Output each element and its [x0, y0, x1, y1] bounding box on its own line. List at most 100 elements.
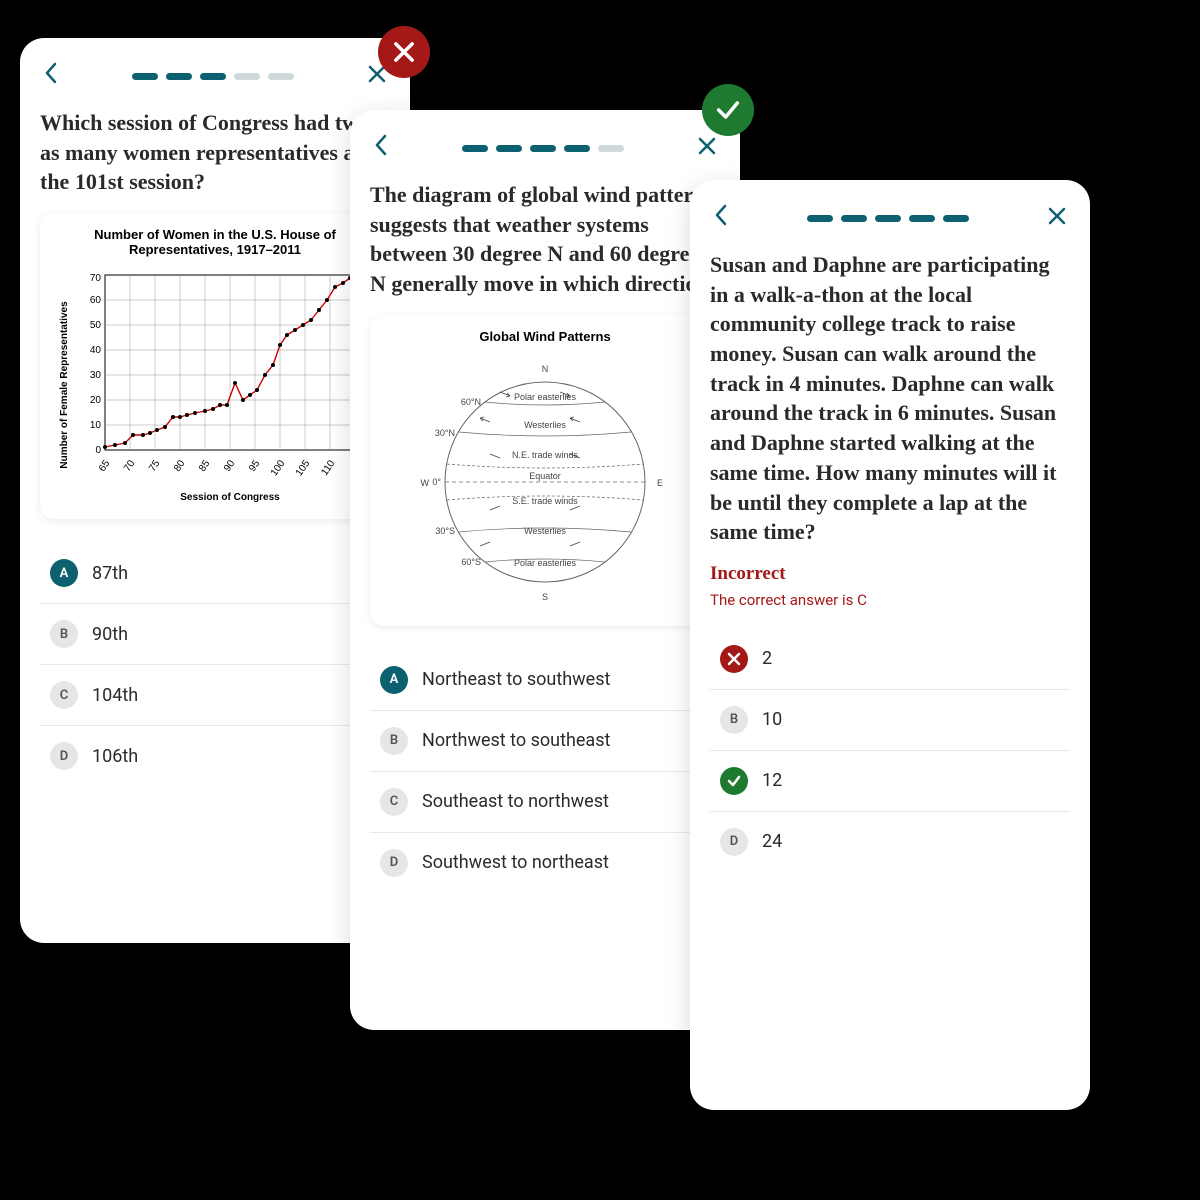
- wrong-icon: [720, 645, 748, 673]
- question-text: The diagram of global wind patterns sugg…: [370, 180, 720, 299]
- answer-letter: B: [720, 706, 748, 734]
- chevron-left-icon: [374, 134, 388, 156]
- answer-option-c[interactable]: 12: [710, 751, 1070, 812]
- svg-text:E: E: [657, 478, 663, 488]
- diagram-title: Global Wind Patterns: [384, 329, 706, 344]
- answer-option-b[interactable]: BNorthwest to southeast: [370, 711, 720, 772]
- progress-segment: [132, 73, 158, 80]
- progress-segment: [598, 145, 624, 152]
- svg-text:110: 110: [319, 458, 337, 478]
- progress-segment: [462, 145, 488, 152]
- progress-bar: [462, 145, 624, 152]
- close-button[interactable]: [698, 136, 716, 161]
- progress-segment: [564, 145, 590, 152]
- back-button[interactable]: [374, 134, 388, 162]
- svg-text:60°S: 60°S: [461, 557, 481, 567]
- progress-bar: [807, 215, 969, 222]
- svg-text:S.E. trade winds: S.E. trade winds: [512, 496, 578, 506]
- progress-segment: [807, 215, 833, 222]
- answer-letter: C: [380, 788, 408, 816]
- progress-segment: [268, 73, 294, 80]
- progress-bar: [132, 73, 294, 80]
- answer-option-d[interactable]: DSouthwest to northeast: [370, 833, 720, 893]
- svg-text:Westerlies: Westerlies: [524, 526, 566, 536]
- svg-text:40: 40: [90, 345, 102, 356]
- line-chart: Number of Female Representatives: [55, 265, 375, 505]
- svg-text:N: N: [542, 364, 549, 374]
- progress-segment: [875, 215, 901, 222]
- back-button[interactable]: [44, 62, 58, 90]
- answer-letter: D: [720, 828, 748, 856]
- svg-text:20: 20: [90, 395, 102, 406]
- answer-option-a[interactable]: A 87th: [40, 543, 390, 604]
- progress-segment: [943, 215, 969, 222]
- progress-segment: [841, 215, 867, 222]
- svg-text:80: 80: [172, 458, 188, 474]
- back-button[interactable]: [714, 204, 728, 232]
- answer-text: 24: [762, 831, 782, 852]
- progress-segment: [234, 73, 260, 80]
- svg-text:90: 90: [222, 458, 238, 474]
- svg-text:Equator: Equator: [529, 471, 561, 481]
- svg-text:95: 95: [247, 458, 263, 474]
- answer-option-d[interactable]: D 24: [710, 812, 1070, 872]
- svg-text:70: 70: [90, 273, 102, 284]
- feedback-label: Incorrect: [710, 563, 1070, 585]
- svg-text:N.E. trade winds: N.E. trade winds: [512, 450, 579, 460]
- close-icon: [1048, 207, 1066, 225]
- correct-icon: [720, 767, 748, 795]
- answer-text: 87th: [92, 563, 128, 584]
- chevron-left-icon: [714, 204, 728, 226]
- svg-text:100: 100: [269, 458, 288, 478]
- feedback-text: The correct answer is C: [710, 591, 1070, 609]
- progress-segment: [530, 145, 556, 152]
- y-axis-label: Number of Female Representatives: [59, 301, 70, 469]
- quiz-card-2: The diagram of global wind patterns sugg…: [350, 110, 740, 1030]
- answer-text: 10: [762, 709, 782, 730]
- diagram-card: Global Wind Patterns: [370, 315, 720, 626]
- svg-text:Westerlies: Westerlies: [524, 420, 566, 430]
- svg-text:W: W: [421, 478, 430, 488]
- progress-segment: [166, 73, 192, 80]
- progress-segment: [909, 215, 935, 222]
- svg-text:65: 65: [97, 458, 113, 474]
- answer-option-a[interactable]: 2: [710, 629, 1070, 690]
- check-icon: [726, 773, 742, 789]
- answer-text: Southeast to northwest: [422, 791, 609, 812]
- x-icon: [726, 651, 742, 667]
- svg-text:105: 105: [294, 458, 313, 478]
- question-text: Susan and Daphne are participating in a …: [710, 250, 1070, 547]
- answer-option-b[interactable]: B 10: [710, 690, 1070, 751]
- question-text: Which session of Congress had twice as m…: [40, 108, 390, 197]
- close-icon: [698, 137, 716, 155]
- svg-text:Polar easterlies: Polar easterlies: [514, 392, 577, 402]
- top-bar: [370, 134, 720, 162]
- answer-letter: D: [50, 742, 78, 770]
- answer-option-c[interactable]: C Southeast to northwest: [370, 772, 720, 833]
- svg-text:60: 60: [90, 295, 102, 306]
- answer-letter: A: [50, 559, 78, 587]
- answer-text: 104th: [92, 685, 138, 706]
- svg-text:70: 70: [122, 458, 138, 474]
- svg-text:75: 75: [147, 458, 163, 474]
- answer-option-b[interactable]: B90th: [40, 604, 390, 665]
- globe-diagram: Polar easterlies Westerlies N.E. trade w…: [395, 352, 695, 612]
- result-badge-correct: [702, 84, 754, 136]
- answer-letter: A: [380, 666, 408, 694]
- answer-list: 2 B 10 12 D 24: [710, 629, 1070, 872]
- svg-text:0: 0: [95, 445, 101, 456]
- answer-option-d[interactable]: D106th: [40, 726, 390, 786]
- chart-title: Number of Women in the U.S. House of Rep…: [54, 227, 376, 257]
- chevron-left-icon: [44, 62, 58, 84]
- progress-segment: [496, 145, 522, 152]
- svg-text:Polar easterlies: Polar easterlies: [514, 558, 577, 568]
- answer-option-c[interactable]: C 104th: [40, 665, 390, 726]
- answer-text: Northeast to southwest: [422, 669, 610, 690]
- answer-letter: C: [50, 681, 78, 709]
- close-button[interactable]: [1048, 206, 1066, 231]
- answer-text: 90th: [92, 624, 128, 645]
- answer-option-a[interactable]: A Northeast to southwest: [370, 650, 720, 711]
- x-icon: [390, 38, 418, 66]
- svg-text:10: 10: [90, 420, 102, 431]
- svg-text:30°N: 30°N: [435, 428, 455, 438]
